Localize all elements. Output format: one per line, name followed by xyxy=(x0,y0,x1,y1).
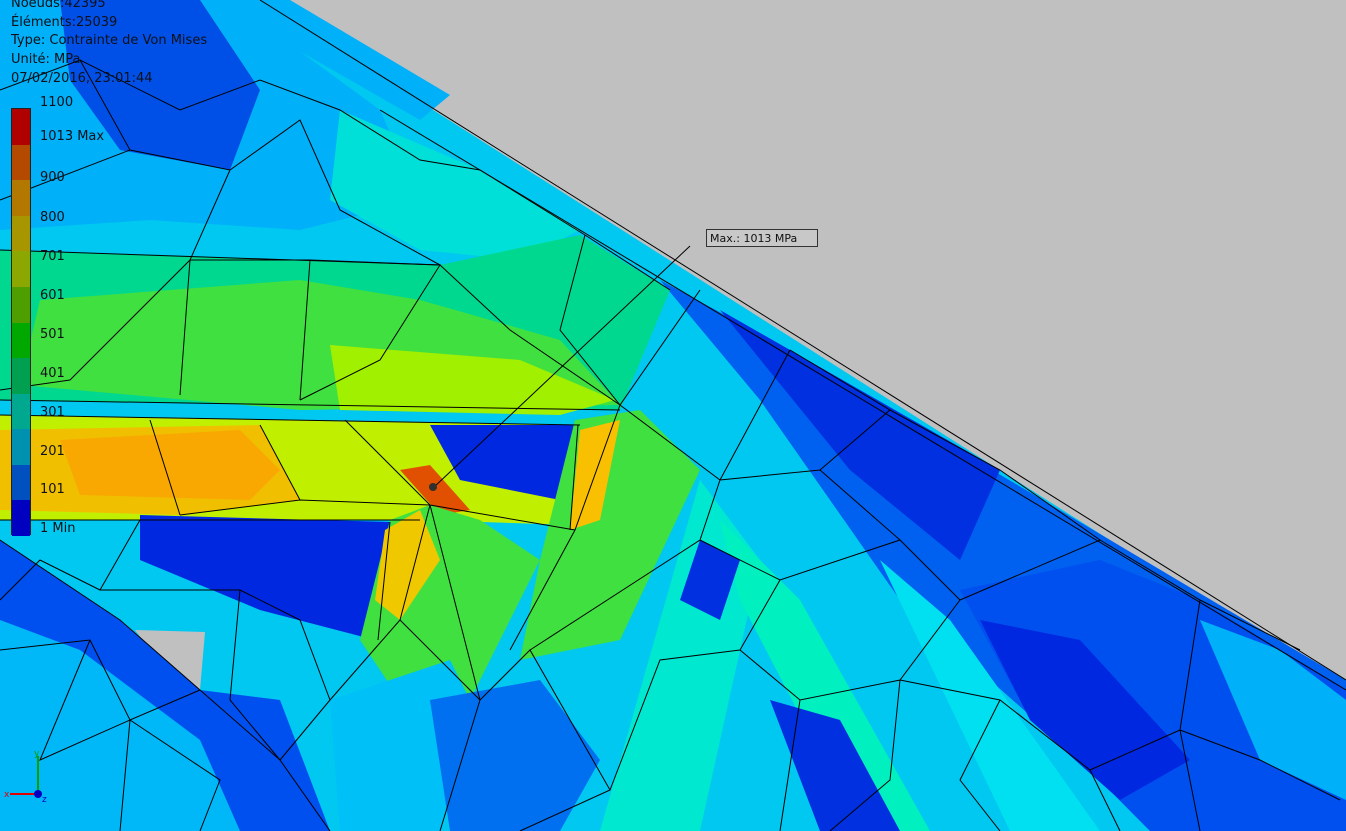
legend-label: 201 xyxy=(40,444,65,459)
info-nodes: Noeuds:42395 xyxy=(11,0,106,11)
legend-swatch xyxy=(12,251,30,288)
legend-label: 900 xyxy=(40,170,65,185)
z-axis-label: z xyxy=(42,795,47,804)
info-timestamp: 07/02/2016, 23:01:44 xyxy=(11,71,153,86)
legend-swatch xyxy=(12,215,30,252)
legend-swatch xyxy=(12,180,30,217)
x-axis-label: x xyxy=(4,790,10,800)
legend-swatch xyxy=(12,464,30,501)
info-unit: Unité: MPa xyxy=(11,52,81,67)
fea-viewport[interactable] xyxy=(0,0,1346,831)
legend-label: 401 xyxy=(40,366,65,381)
legend-label: 1 Min xyxy=(40,521,76,536)
info-type: Type: Contrainte de Von Mises xyxy=(11,33,208,48)
color-legend-bar xyxy=(11,108,31,537)
legend-label: 301 xyxy=(40,405,65,420)
legend-swatch xyxy=(12,500,30,537)
legend-swatch xyxy=(12,286,30,323)
legend-swatch xyxy=(12,144,30,181)
middle-bar-orange-2 xyxy=(60,430,280,500)
axis-triad[interactable]: y x z xyxy=(4,748,50,804)
legend-label: 1100 xyxy=(40,95,74,110)
legend-swatch xyxy=(12,109,30,146)
y-axis-label: y xyxy=(34,749,40,759)
legend-label: 101 xyxy=(40,482,65,497)
info-elements: Éléments:25039 xyxy=(11,15,118,30)
legend-label: 601 xyxy=(40,288,65,303)
legend-swatch xyxy=(12,358,30,395)
legend-swatch xyxy=(12,322,30,359)
legend-label: 501 xyxy=(40,327,65,342)
z-axis-dot xyxy=(34,790,42,798)
legend-label: 800 xyxy=(40,210,65,225)
max-callout[interactable]: Max.: 1013 MPa xyxy=(706,229,818,247)
legend-label: 701 xyxy=(40,249,65,264)
legend-swatch xyxy=(12,393,30,430)
legend-swatch xyxy=(12,429,30,466)
max-marker[interactable] xyxy=(429,483,437,491)
legend-label: 1013 Max xyxy=(40,129,105,144)
